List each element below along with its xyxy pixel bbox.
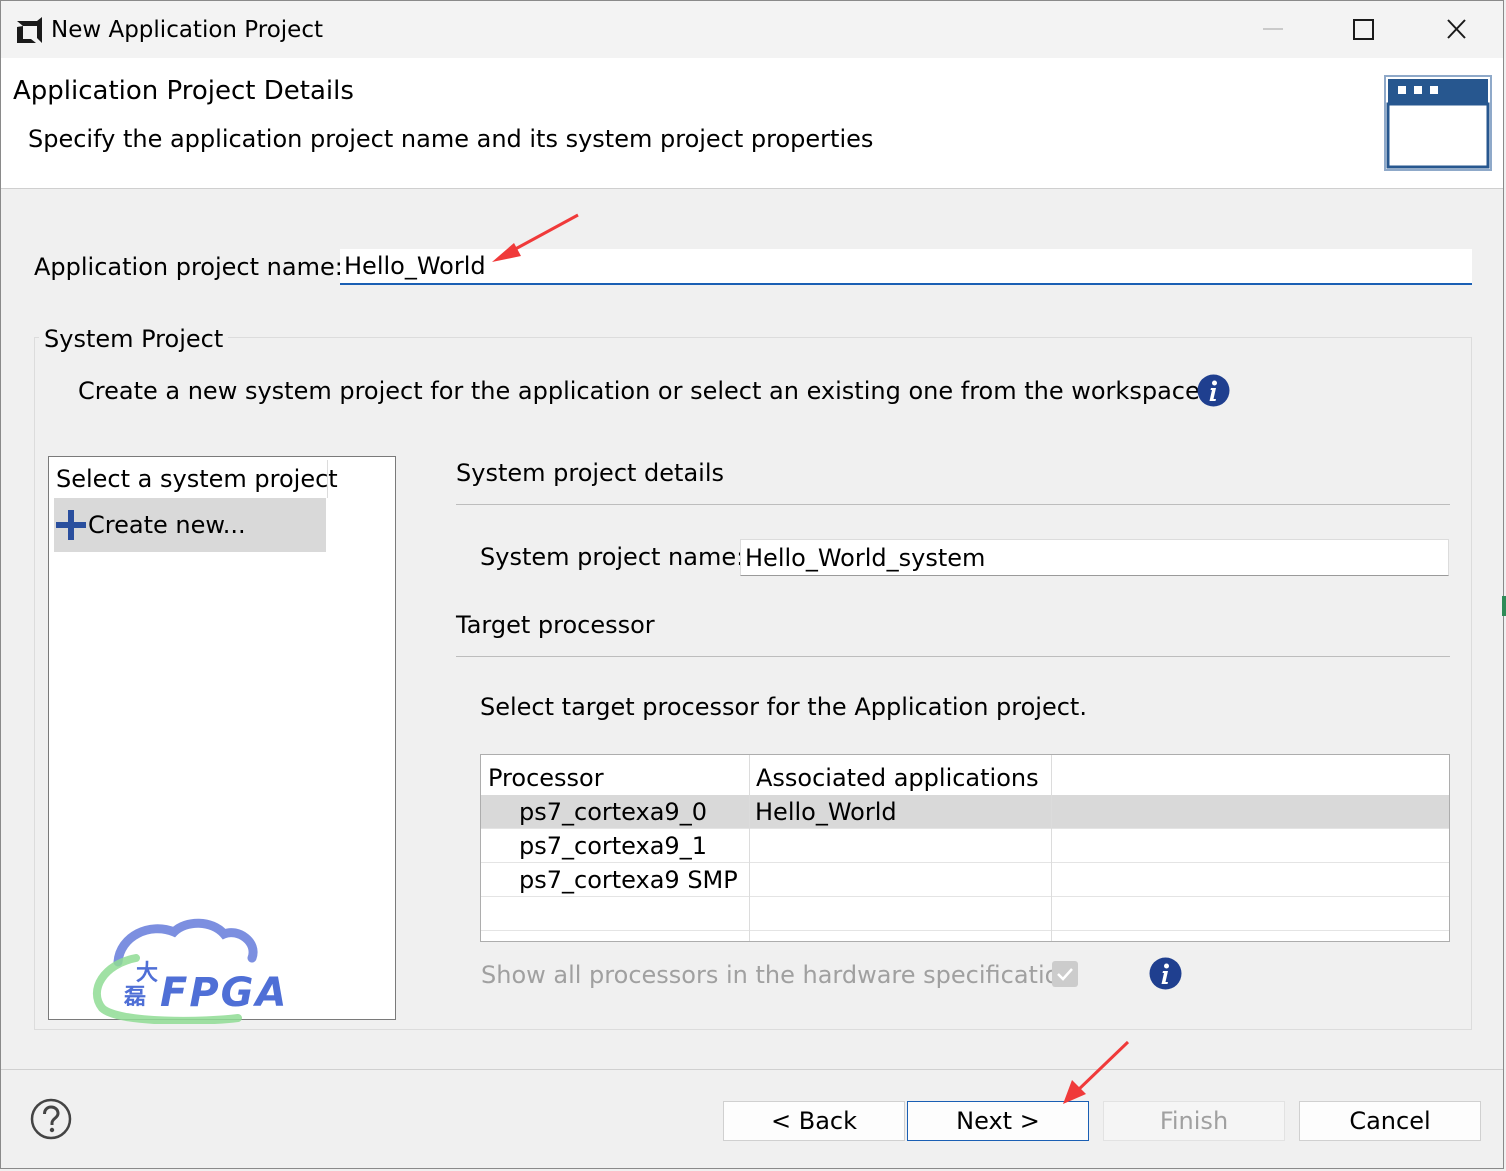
system-project-group-title: System Project <box>39 322 229 356</box>
column-header-processor[interactable]: Processor <box>488 761 604 795</box>
minimize-button[interactable] <box>1246 1 1300 57</box>
create-new-label: Create new... <box>88 511 246 539</box>
footer-separator <box>1 1069 1503 1070</box>
list-header-divider <box>327 460 328 498</box>
processor-cell: ps7_cortexa9_0 <box>519 798 707 826</box>
edge-fragment <box>1502 596 1506 616</box>
target-processor-description: Select target processor for the Applicat… <box>480 693 1087 721</box>
system-project-name-label: System project name: <box>480 543 745 571</box>
annotation-arrow <box>1063 1040 1130 1104</box>
processor-table[interactable]: Processor Associated applications ps7_co… <box>480 754 1450 942</box>
close-icon <box>1447 19 1466 39</box>
watermark-logo: 大 磊 FPGA <box>93 918 288 1024</box>
processor-cell: ps7_cortexa9_1 <box>519 832 707 860</box>
separator <box>456 504 1450 505</box>
back-button[interactable]: < Back <box>723 1101 905 1141</box>
target-processor-heading: Target processor <box>456 611 655 639</box>
show-all-processors-checkbox[interactable] <box>1052 961 1078 987</box>
system-project-list-header: Select a system project <box>56 465 338 493</box>
svg-text:磊: 磊 <box>123 985 146 1010</box>
minimize-icon <box>1263 28 1283 30</box>
plus-icon <box>56 510 86 540</box>
maximize-icon <box>1353 19 1374 40</box>
table-row[interactable]: ps7_cortexa9_0 Hello_World <box>481 795 1449 829</box>
table-row[interactable]: ps7_cortexa9_1 <box>481 829 1449 863</box>
window-wizard-icon <box>1384 75 1492 171</box>
window-title: New Application Project <box>51 17 323 43</box>
table-row-empty <box>481 897 1449 931</box>
system-project-details-heading: System project details <box>456 459 725 487</box>
check-icon <box>1057 968 1073 981</box>
svg-text:FPGA: FPGA <box>160 970 288 1016</box>
amd-logo-icon <box>17 17 42 43</box>
app-project-name-label: Application project name: <box>34 253 343 281</box>
maximize-button[interactable] <box>1336 1 1390 57</box>
system-project-name-input[interactable] <box>740 539 1449 576</box>
annotation-arrow <box>492 213 579 262</box>
page-title: Application Project Details <box>13 76 354 106</box>
processor-cell: ps7_cortexa9 SMP <box>519 866 738 894</box>
separator <box>456 656 1450 657</box>
close-button[interactable] <box>1428 1 1484 57</box>
svg-text:大: 大 <box>136 961 158 986</box>
column-header-associated-applications[interactable]: Associated applications <box>756 761 1039 795</box>
info-icon[interactable] <box>1197 374 1230 407</box>
table-header-row: Processor Associated applications <box>481 761 1449 795</box>
table-row[interactable]: ps7_cortexa9 SMP <box>481 863 1449 897</box>
help-icon[interactable] <box>30 1098 72 1140</box>
cancel-button[interactable]: Cancel <box>1299 1101 1481 1141</box>
page-description: Specify the application project name and… <box>28 125 874 153</box>
show-all-processors-label: Show all processors in the hardware spec… <box>481 961 1075 989</box>
column-divider <box>749 755 750 941</box>
associated-apps-cell: Hello_World <box>755 798 897 826</box>
system-project-description: Create a new system project for the appl… <box>78 377 1200 405</box>
info-icon[interactable] <box>1149 957 1182 990</box>
column-divider <box>1051 755 1052 941</box>
